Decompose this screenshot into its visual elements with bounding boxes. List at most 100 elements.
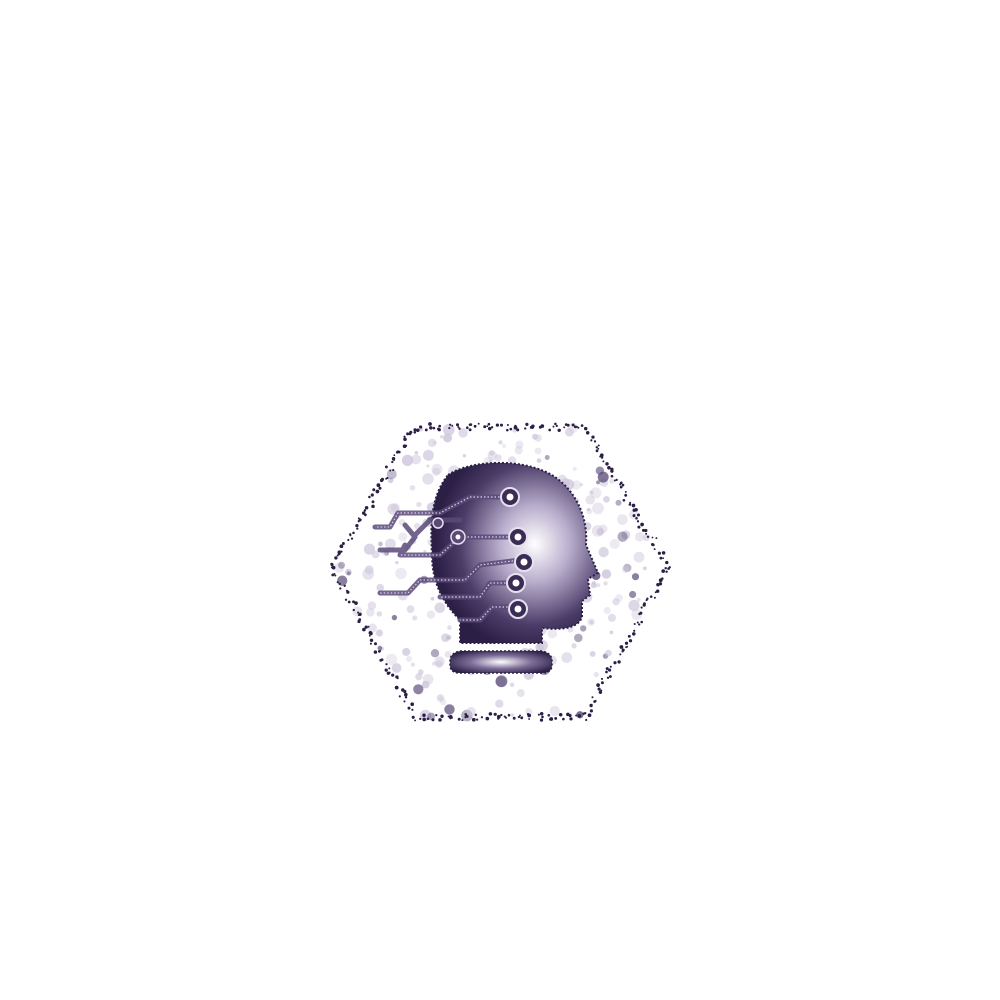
- cloud-particle: [544, 455, 550, 460]
- cloud-particle: [592, 502, 604, 515]
- frame-dot: [520, 716, 524, 720]
- frame-dot: [346, 590, 350, 594]
- frame-dot: [385, 663, 388, 666]
- frame-dot: [374, 642, 377, 646]
- frame-dot: [496, 714, 501, 719]
- frame-dot: [449, 423, 452, 426]
- frame-dot: [435, 713, 438, 717]
- cloud-particle: [617, 531, 628, 542]
- frame-dot: [659, 556, 663, 560]
- frame-dot: [665, 560, 669, 565]
- frame-dot: [665, 570, 668, 573]
- cloud-particle: [601, 569, 612, 579]
- cloud-particle: [605, 649, 612, 657]
- cloud-particle: [346, 571, 351, 576]
- frame-dot: [466, 426, 469, 429]
- frame-dot: [628, 503, 632, 506]
- frame-dot: [401, 688, 405, 692]
- cloud-particle: [609, 478, 615, 484]
- frame-dot: [637, 525, 641, 529]
- frame-dot: [426, 717, 430, 721]
- frame-dot: [595, 449, 599, 453]
- frame-dot: [336, 554, 339, 557]
- frame-dot: [344, 598, 348, 601]
- frame-dot: [337, 550, 342, 555]
- frame-dot: [645, 599, 648, 602]
- frame-dot: [367, 625, 370, 628]
- frame-dot: [487, 422, 491, 426]
- frame-dot: [370, 493, 374, 497]
- cloud-particle: [607, 613, 616, 622]
- frame-dot: [524, 427, 527, 430]
- frame-dot: [357, 613, 360, 617]
- frame-dot: [624, 490, 627, 493]
- frame-dot: [526, 712, 530, 716]
- frame-dot: [599, 455, 602, 458]
- frame-dot: [361, 511, 366, 515]
- cloud-particle: [362, 568, 374, 580]
- frame-dot: [368, 495, 371, 499]
- frame-dot: [547, 713, 551, 717]
- cloud-particle: [376, 611, 383, 617]
- frame-dot: [602, 460, 605, 463]
- frame-dot: [525, 422, 529, 427]
- frame-dot: [352, 531, 355, 535]
- cloud-particle: [574, 633, 583, 643]
- cloud-particle: [434, 656, 445, 667]
- frame-dot: [331, 573, 335, 577]
- frame-dot: [386, 476, 389, 480]
- frame-dot: [608, 675, 612, 678]
- frame-dot: [347, 600, 351, 604]
- frame-dot: [624, 641, 629, 645]
- frame-dot: [464, 716, 467, 719]
- cloud-particle: [509, 682, 515, 688]
- frame-dot: [653, 596, 656, 599]
- frame-dot: [384, 465, 388, 469]
- frame-dot: [655, 537, 658, 540]
- frame-dot: [639, 611, 643, 615]
- frame-dot: [591, 696, 594, 699]
- frame-dot: [555, 424, 558, 428]
- frame-dot: [563, 426, 566, 429]
- frame-dot: [615, 478, 618, 482]
- frame-dot: [541, 715, 544, 719]
- frame-dot: [339, 544, 344, 549]
- frame-dot: [373, 650, 378, 654]
- cloud-particle: [642, 566, 647, 571]
- frame-dot: [506, 423, 509, 427]
- frame-dot: [379, 649, 382, 652]
- frame-dot: [350, 537, 354, 540]
- cloud-particle: [367, 601, 377, 610]
- frame-dot: [528, 718, 531, 720]
- ai-head-emblem-graphic: [330, 422, 671, 722]
- frame-dot: [403, 700, 406, 703]
- frame-dot: [517, 715, 521, 719]
- frame-dot: [398, 695, 401, 698]
- frame-dot: [474, 713, 478, 717]
- cloud-particle: [536, 458, 542, 463]
- frame-dot: [625, 646, 628, 649]
- frame-dot: [486, 425, 489, 428]
- cloud-particle: [432, 467, 441, 476]
- cloud-particle: [571, 643, 577, 649]
- frame-dot: [580, 424, 584, 427]
- frame-dot: [404, 444, 408, 447]
- frame-dot: [597, 687, 601, 691]
- frame-dot: [622, 498, 626, 502]
- frame-dot: [607, 466, 611, 470]
- frame-dot: [540, 424, 545, 428]
- frame-dot: [636, 520, 640, 523]
- frame-dot: [619, 481, 623, 485]
- cloud-particle: [433, 441, 437, 445]
- frame-dot: [410, 702, 415, 707]
- frame-dot: [416, 428, 420, 433]
- frame-dot: [357, 619, 361, 624]
- cloud-particle: [416, 501, 422, 508]
- cloud-particle: [596, 583, 601, 588]
- frame-dot: [575, 714, 578, 717]
- frame-dot: [632, 632, 636, 636]
- frame-dot: [571, 423, 575, 427]
- cloud-particle: [422, 673, 434, 685]
- frame-dot: [577, 426, 580, 429]
- frame-dot: [451, 424, 454, 427]
